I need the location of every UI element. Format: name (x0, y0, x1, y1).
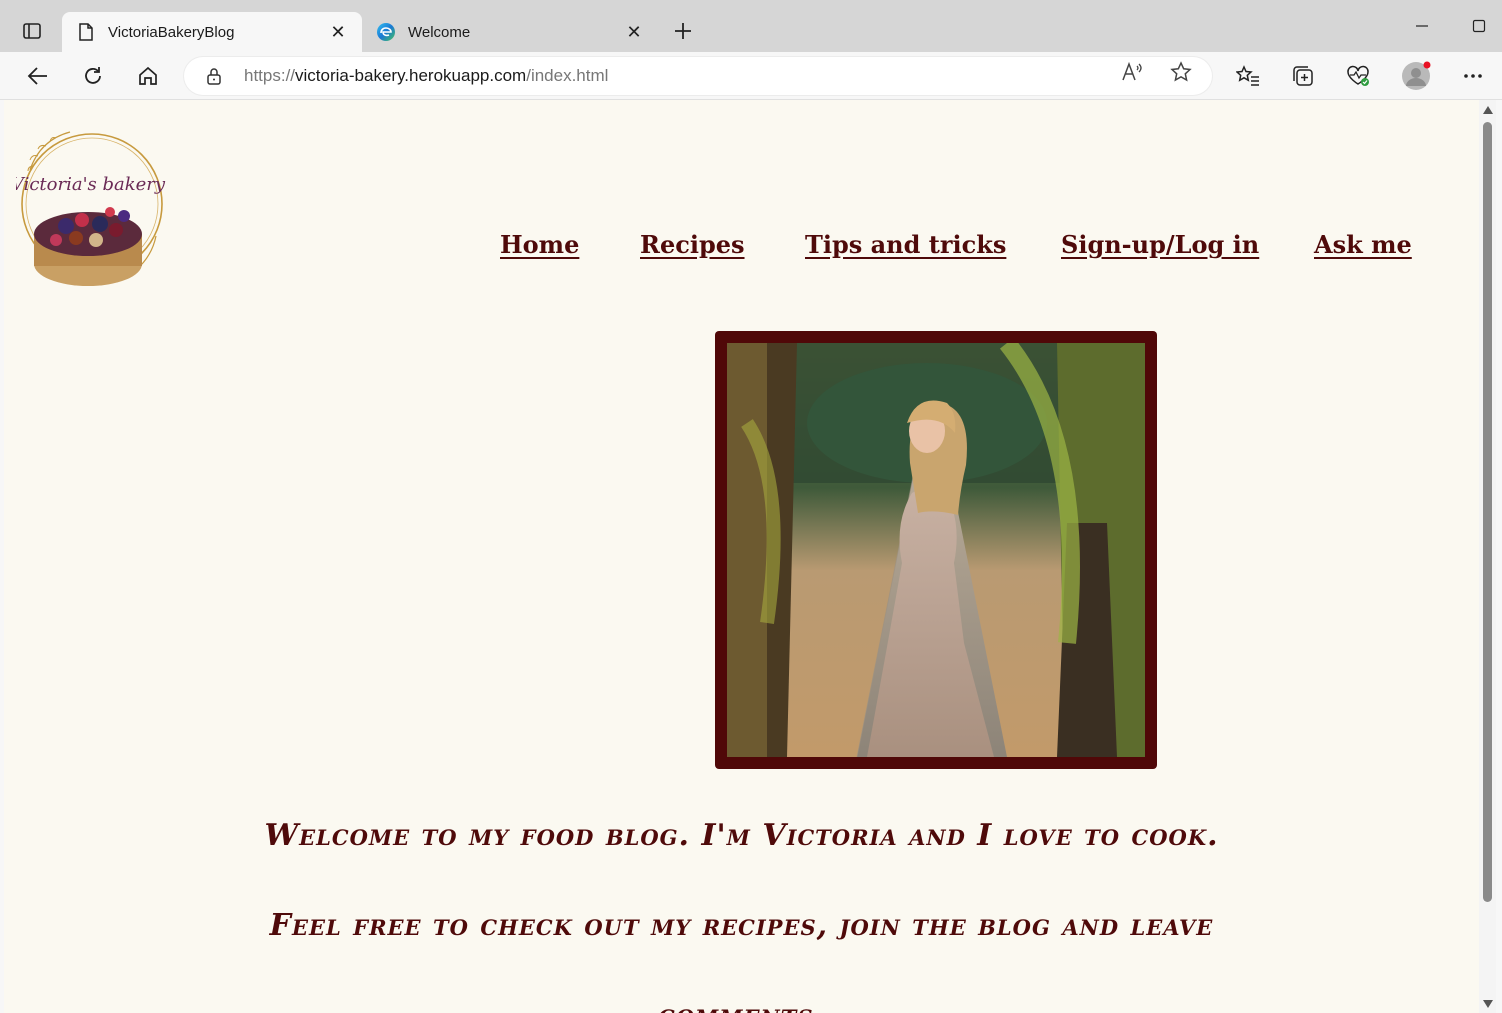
close-icon[interactable]: ✕ (328, 22, 348, 42)
home-icon (139, 66, 157, 85)
logo-text: Victoria's bakery (16, 174, 166, 195)
intro-line-1: Welcome to my food blog. I'm Victoria an… (264, 818, 1219, 853)
nav-ask-me-link[interactable]: Ask me (1314, 230, 1412, 259)
tab-title: VictoriaBakeryBlog (108, 23, 235, 41)
minimize-button[interactable] (1407, 14, 1437, 38)
scroll-down-arrow-icon[interactable] (1482, 998, 1493, 1009)
page-viewport: Victoria's bakery Home Recipes Tips and … (4, 100, 1479, 1013)
heart-pulse-icon (1347, 65, 1369, 86)
refresh-icon (85, 67, 101, 84)
maximize-icon (1472, 19, 1486, 33)
intro-line-3: comments. (4, 998, 1479, 1013)
tab-welcome[interactable]: Welcome ✕ (362, 12, 658, 52)
browser-essentials-button[interactable] (1342, 60, 1374, 92)
page-icon (76, 22, 96, 42)
read-aloud-icon (1122, 61, 1142, 81)
favorites-button[interactable] (1232, 60, 1264, 92)
nav-recipes-link[interactable]: Recipes (640, 230, 745, 259)
portrait-photo (727, 343, 1145, 757)
url-scheme: https:// (244, 66, 296, 85)
nav-tips-link[interactable]: Tips and tricks (805, 230, 1006, 259)
tab-victoria-bakery[interactable]: VictoriaBakeryBlog ✕ (62, 12, 362, 52)
url-host: victoria-bakery.herokuapp.com (295, 66, 527, 85)
site-logo[interactable]: Victoria's bakery (11, 126, 166, 302)
bakery-logo-icon: Victoria's bakery (11, 131, 166, 286)
address-bar-row: https://victoria-bakery.herokuapp.com/in… (0, 52, 1502, 100)
lock-icon[interactable] (204, 66, 224, 86)
plus-icon (675, 23, 691, 39)
collections-icon (1293, 66, 1313, 86)
more-dots-icon (1464, 74, 1482, 78)
portrait-frame (715, 331, 1157, 769)
tab-actions-button[interactable] (16, 16, 48, 46)
collections-button[interactable] (1287, 60, 1319, 92)
back-button[interactable] (22, 60, 54, 92)
star-icon (1170, 61, 1192, 82)
minimize-icon (1416, 25, 1428, 27)
refresh-button[interactable] (77, 60, 109, 92)
tab-actions-icon (23, 23, 41, 39)
url-path: /index.html (526, 66, 609, 85)
vertical-scrollbar[interactable] (1479, 100, 1496, 1013)
favorite-button[interactable] (1170, 61, 1192, 83)
nav-signup-login-link[interactable]: Sign-up/Log in (1061, 230, 1259, 259)
new-tab-button[interactable] (668, 16, 698, 46)
close-icon[interactable]: ✕ (624, 22, 644, 42)
profile-button[interactable] (1400, 60, 1432, 92)
nav-home-link[interactable]: Home (500, 230, 579, 259)
tab-title: Welcome (408, 23, 471, 41)
edge-icon (376, 22, 396, 42)
back-arrow-icon (27, 67, 47, 85)
intro-line-2: Feel free to check out my recipes, join … (269, 908, 1214, 943)
address-bar[interactable]: https://victoria-bakery.herokuapp.com/in… (184, 57, 1212, 95)
favorites-icon (1236, 65, 1259, 86)
home-button[interactable] (132, 60, 164, 92)
avatar-icon (1402, 61, 1431, 90)
scrollbar-thumb[interactable] (1483, 122, 1492, 902)
url-text[interactable]: https://victoria-bakery.herokuapp.com/in… (244, 66, 608, 86)
tab-bar: VictoriaBakeryBlog ✕ Welcome ✕ (0, 0, 1502, 52)
read-aloud-button[interactable] (1121, 61, 1143, 83)
scroll-up-arrow-icon[interactable] (1482, 104, 1493, 115)
browser-window: VictoriaBakeryBlog ✕ Welcome ✕ https://v… (0, 0, 1502, 1013)
maximize-button[interactable] (1464, 14, 1494, 38)
settings-more-button[interactable] (1457, 60, 1489, 92)
